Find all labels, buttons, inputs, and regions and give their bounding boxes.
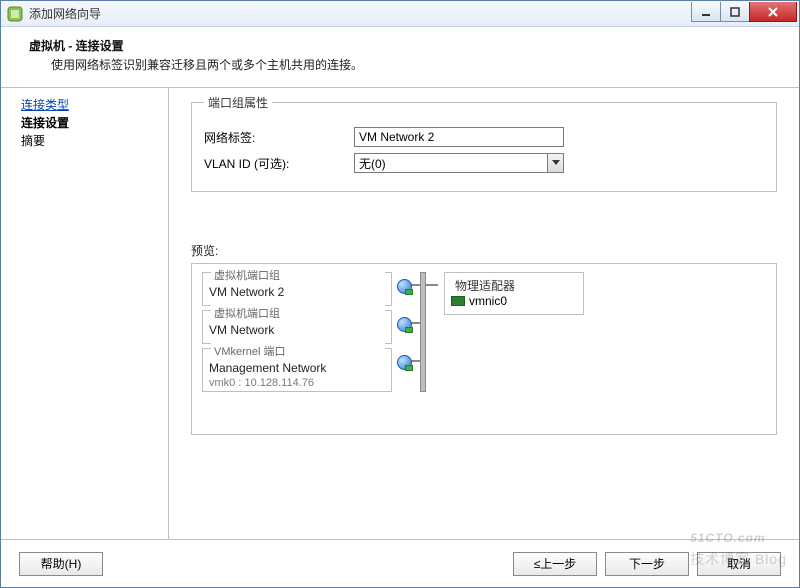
vmkernel-box: VMkernel 端口 Management Network vmk0 : 10… [202, 348, 392, 392]
step-connection-type[interactable]: 连接类型 [21, 96, 162, 114]
titlebar[interactable]: 添加网络向导 [1, 1, 799, 27]
portgroup-name: VM Network 2 [209, 285, 385, 299]
back-button[interactable]: ≤上一步 [513, 552, 597, 576]
vlan-id-value: 无(0) [359, 155, 386, 172]
wizard-window: 添加网络向导 虚拟机 - 连接设置 使用网络标签识别兼容迁移且两个或多个主机共用… [0, 0, 800, 588]
wizard-steps-sidebar: 连接类型 连接设置 摘要 [1, 88, 169, 540]
portgroup-type-label: 虚拟机端口组 [211, 305, 385, 321]
step-summary: 摘要 [21, 132, 162, 150]
vmkernel-type-label: VMkernel 端口 [211, 343, 385, 359]
cancel-button[interactable]: 取消 [697, 552, 781, 576]
portgroup-box: 虚拟机端口组 VM Network 2 [202, 272, 392, 306]
help-button[interactable]: 帮助(H) [19, 552, 103, 576]
close-button[interactable] [749, 2, 797, 22]
minimize-button[interactable] [691, 2, 721, 22]
window-title: 添加网络向导 [29, 5, 101, 22]
portgroup-properties-group: 端口组属性 网络标签: VLAN ID (可选): 无(0) [191, 94, 777, 192]
portgroup-name: VM Network [209, 323, 385, 337]
wizard-footer: 帮助(H) ≤上一步 下一步 取消 [1, 539, 799, 587]
chevron-down-icon [547, 154, 563, 172]
next-button[interactable]: 下一步 [605, 552, 689, 576]
portgroup-type-label: 虚拟机端口组 [211, 267, 385, 283]
physical-adapter-legend: 物理适配器 [451, 277, 577, 294]
preview-label: 预览: [191, 242, 777, 259]
network-icon [397, 355, 413, 371]
network-label-input[interactable] [354, 127, 564, 147]
nic-icon [451, 296, 465, 306]
page-subtitle: 使用网络标签识别兼容迁移且两个或多个主机共用的连接。 [29, 56, 779, 73]
vlan-id-select[interactable]: 无(0) [354, 153, 564, 173]
network-icon [397, 317, 413, 333]
window-buttons [692, 2, 797, 22]
physical-adapter-box: 物理适配器 vmnic0 [444, 272, 584, 315]
vmkernel-name: Management Network [209, 361, 385, 375]
vswitch-bus [420, 272, 426, 392]
step-connection-settings[interactable]: 连接设置 [21, 114, 162, 132]
connector [426, 284, 438, 286]
wizard-content: 端口组属性 网络标签: VLAN ID (可选): 无(0) 预览: [169, 88, 799, 540]
page-title: 虚拟机 - 连接设置 [29, 37, 779, 54]
vlan-id-label: VLAN ID (可选): [204, 155, 354, 172]
maximize-button[interactable] [720, 2, 750, 22]
app-icon [7, 6, 23, 22]
network-preview: 虚拟机端口组 VM Network 2 虚拟机端口组 VM Network VM… [191, 263, 777, 435]
network-label-label: 网络标签: [204, 129, 354, 146]
network-icon [397, 279, 413, 295]
wizard-header: 虚拟机 - 连接设置 使用网络标签识别兼容迁移且两个或多个主机共用的连接。 [1, 27, 799, 88]
vmkernel-ip: vmk0 : 10.128.114.76 [209, 377, 385, 389]
portgroup-box: 虚拟机端口组 VM Network [202, 310, 392, 344]
physical-nic-name: vmnic0 [469, 294, 507, 308]
portgroup-legend: 端口组属性 [204, 94, 272, 111]
